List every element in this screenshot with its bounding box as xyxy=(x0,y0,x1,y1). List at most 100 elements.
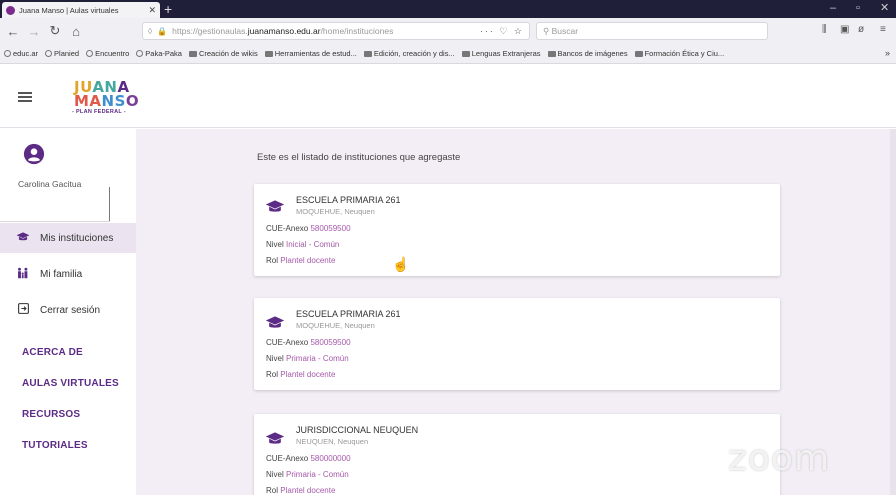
divider xyxy=(109,187,110,221)
bookmark-item[interactable]: Herramientas de estud... xyxy=(264,49,357,58)
folder-icon xyxy=(363,50,372,57)
bookmark-label: Paka-Paka xyxy=(145,49,182,58)
institution-name: JURISDICCIONAL NEUQUEN xyxy=(296,425,419,435)
institution-cue: CUE-Anexo 580059500 xyxy=(266,338,351,347)
institution-cue: CUE-Anexo 580059500 xyxy=(266,224,351,233)
link-acerca-de[interactable]: ACERCA DE xyxy=(22,347,83,358)
shield-icon: ◊ xyxy=(148,26,153,36)
extension-icon[interactable]: ø xyxy=(858,24,864,35)
folder-icon xyxy=(461,50,470,57)
lock-icon: 🔒 xyxy=(157,26,168,36)
folder-icon xyxy=(188,50,197,57)
graduation-cap-icon xyxy=(16,231,30,246)
folder-icon xyxy=(547,50,556,57)
bookmark-label: Lenguas Extranjeras xyxy=(471,49,541,58)
graduation-cap-icon xyxy=(265,200,285,212)
tab-title: Juana Manso | Aulas virtuales xyxy=(19,5,119,15)
sidebar-item-cerrar-sesion[interactable]: Cerrar sesión xyxy=(0,295,136,325)
bookmark-item[interactable]: Lenguas Extranjeras xyxy=(461,49,541,58)
page-actions-icon[interactable]: ··· ♡ ☆ xyxy=(480,26,524,37)
bookmark-label: Bancos de imágenes xyxy=(557,49,628,58)
user-avatar-icon[interactable] xyxy=(23,143,45,165)
institution-card[interactable]: ESCUELA PRIMARIA 261 MOQUEHUE, Neuquen C… xyxy=(254,298,780,390)
bookmark-item[interactable]: Creación de wikis xyxy=(188,49,258,58)
bookmarks-overflow-icon[interactable]: » xyxy=(885,48,890,58)
sidebar-item-label: Mis instituciones xyxy=(40,232,114,244)
bookmark-item[interactable]: Planied xyxy=(45,49,79,58)
institution-name: ESCUELA PRIMARIA 261 xyxy=(296,195,401,205)
globe-icon xyxy=(4,50,11,57)
bookmark-label: Planied xyxy=(54,49,80,58)
hamburger-menu-icon[interactable] xyxy=(18,92,32,102)
sidebar-item-label: Cerrar sesión xyxy=(40,304,101,316)
scrollbar[interactable] xyxy=(890,129,896,495)
hand-pointer-cursor-icon: ☝ xyxy=(392,256,410,272)
logo-line-2: MANSO xyxy=(74,92,140,110)
graduation-cap-icon xyxy=(265,316,285,328)
search-input[interactable]: ⚲ Buscar xyxy=(536,22,768,40)
bookmark-label: Creación de wikis xyxy=(198,49,258,58)
zoom-watermark: zoom xyxy=(728,438,831,479)
browser-tab-bar: Juana Manso | Aulas virtuales ✕ + – ▫ ✕ xyxy=(0,0,896,18)
site-favicon-icon xyxy=(6,5,15,15)
institution-rol: Rol Plantel docente xyxy=(266,486,336,495)
reload-icon[interactable]: ↻ xyxy=(47,23,63,39)
sidebar-item-mis-instituciones[interactable]: Mis instituciones xyxy=(0,223,136,253)
bookmark-item[interactable]: Bancos de imágenes xyxy=(547,49,628,58)
link-tutoriales[interactable]: TUTORIALES xyxy=(22,440,88,451)
tab-close-icon[interactable]: ✕ xyxy=(148,5,156,16)
bookmark-label: educ.ar xyxy=(13,49,39,58)
browser-tab[interactable]: Juana Manso | Aulas virtuales ✕ xyxy=(2,2,160,18)
bookmark-item[interactable]: Edición, creación y dis... xyxy=(363,49,455,58)
folder-icon xyxy=(634,50,643,57)
graduation-cap-icon xyxy=(265,432,285,444)
institution-nivel: Nivel Inicial - Común xyxy=(266,240,340,249)
globe-icon xyxy=(136,50,144,57)
window-close-icon[interactable]: ✕ xyxy=(880,0,889,16)
institution-rol: Rol Plantel docente xyxy=(266,256,336,265)
search-icon: ⚲ xyxy=(543,26,552,36)
institution-card[interactable]: ESCUELA PRIMARIA 261 MOQUEHUE, Neuquen C… xyxy=(254,184,780,276)
url-bar[interactable]: ◊ 🔒 https://gestionaulas.juanamanso.edu.… xyxy=(142,22,530,40)
bookmark-item[interactable]: Formación Ética y Ciu... xyxy=(634,49,725,58)
bookmark-item[interactable]: educ.ar xyxy=(4,49,38,58)
sidebar-item-mi-familia[interactable]: Mi familia xyxy=(0,259,136,289)
sidebar-toggle-icon[interactable]: ▣ xyxy=(840,24,849,35)
bookmarks-bar: educ.ar Planied Encuentro Paka-Paka Creación… xyxy=(0,44,896,64)
sidebar-item-label: Mi familia xyxy=(40,268,83,280)
juana-manso-logo[interactable]: JUANA MANSO - PLAN FEDERAL - xyxy=(64,80,144,116)
library-icon[interactable]: ⫼ xyxy=(822,24,827,35)
institution-nivel: Nivel Primaria - Común xyxy=(266,470,349,479)
institution-nivel: Nivel Primaria - Común xyxy=(266,354,349,363)
maximize-icon[interactable]: ▫ xyxy=(856,0,860,16)
menu-icon[interactable]: ≡ xyxy=(880,24,886,35)
globe-icon xyxy=(45,50,53,57)
app-header: JUANA MANSO - PLAN FEDERAL - xyxy=(0,64,896,128)
user-name: Carolina Gacitua xyxy=(18,179,82,189)
minimize-icon[interactable]: – xyxy=(830,0,836,16)
sidebar: Carolina Gacitua Mis instituciones Mi fa… xyxy=(0,129,136,495)
bookmark-label: Formación Ética y Ciu... xyxy=(644,49,725,58)
institution-rol: Rol Plantel docente xyxy=(266,370,336,379)
forward-arrow-icon[interactable]: → xyxy=(26,24,42,39)
institution-name: ESCUELA PRIMARIA 261 xyxy=(296,309,401,319)
institution-cue: CUE-Anexo 580000000 xyxy=(266,454,351,463)
link-recursos[interactable]: RECURSOS xyxy=(22,409,80,420)
back-arrow-icon[interactable]: ← xyxy=(5,24,21,39)
bookmark-item[interactable]: Encuentro xyxy=(86,49,129,58)
bookmark-item[interactable]: Paka-Paka xyxy=(136,49,182,58)
bookmark-label: Encuentro xyxy=(95,49,130,58)
browser-nav-bar: ← → ↻ ⌂ ◊ 🔒 https://gestionaulas.juanama… xyxy=(0,18,896,44)
bookmark-label: Edición, creación y dis... xyxy=(373,49,455,58)
link-aulas-virtuales[interactable]: AULAS VIRTUALES xyxy=(22,378,119,389)
logout-icon xyxy=(16,302,30,318)
url-text: https://gestionaulas.juanamanso.edu.ar/h… xyxy=(172,26,394,36)
new-tab-button[interactable]: + xyxy=(164,1,172,17)
bookmark-label: Herramientas de estud... xyxy=(274,49,357,58)
family-icon xyxy=(16,267,30,282)
page-intro: Este es el listado de instituciones que … xyxy=(257,152,461,163)
home-icon[interactable]: ⌂ xyxy=(68,24,84,39)
institution-location: MOQUEHUE, Neuquen xyxy=(296,207,375,216)
globe-icon xyxy=(86,50,94,57)
institution-card[interactable]: JURISDICCIONAL NEUQUEN NEUQUEN, Neuquen … xyxy=(254,414,780,495)
